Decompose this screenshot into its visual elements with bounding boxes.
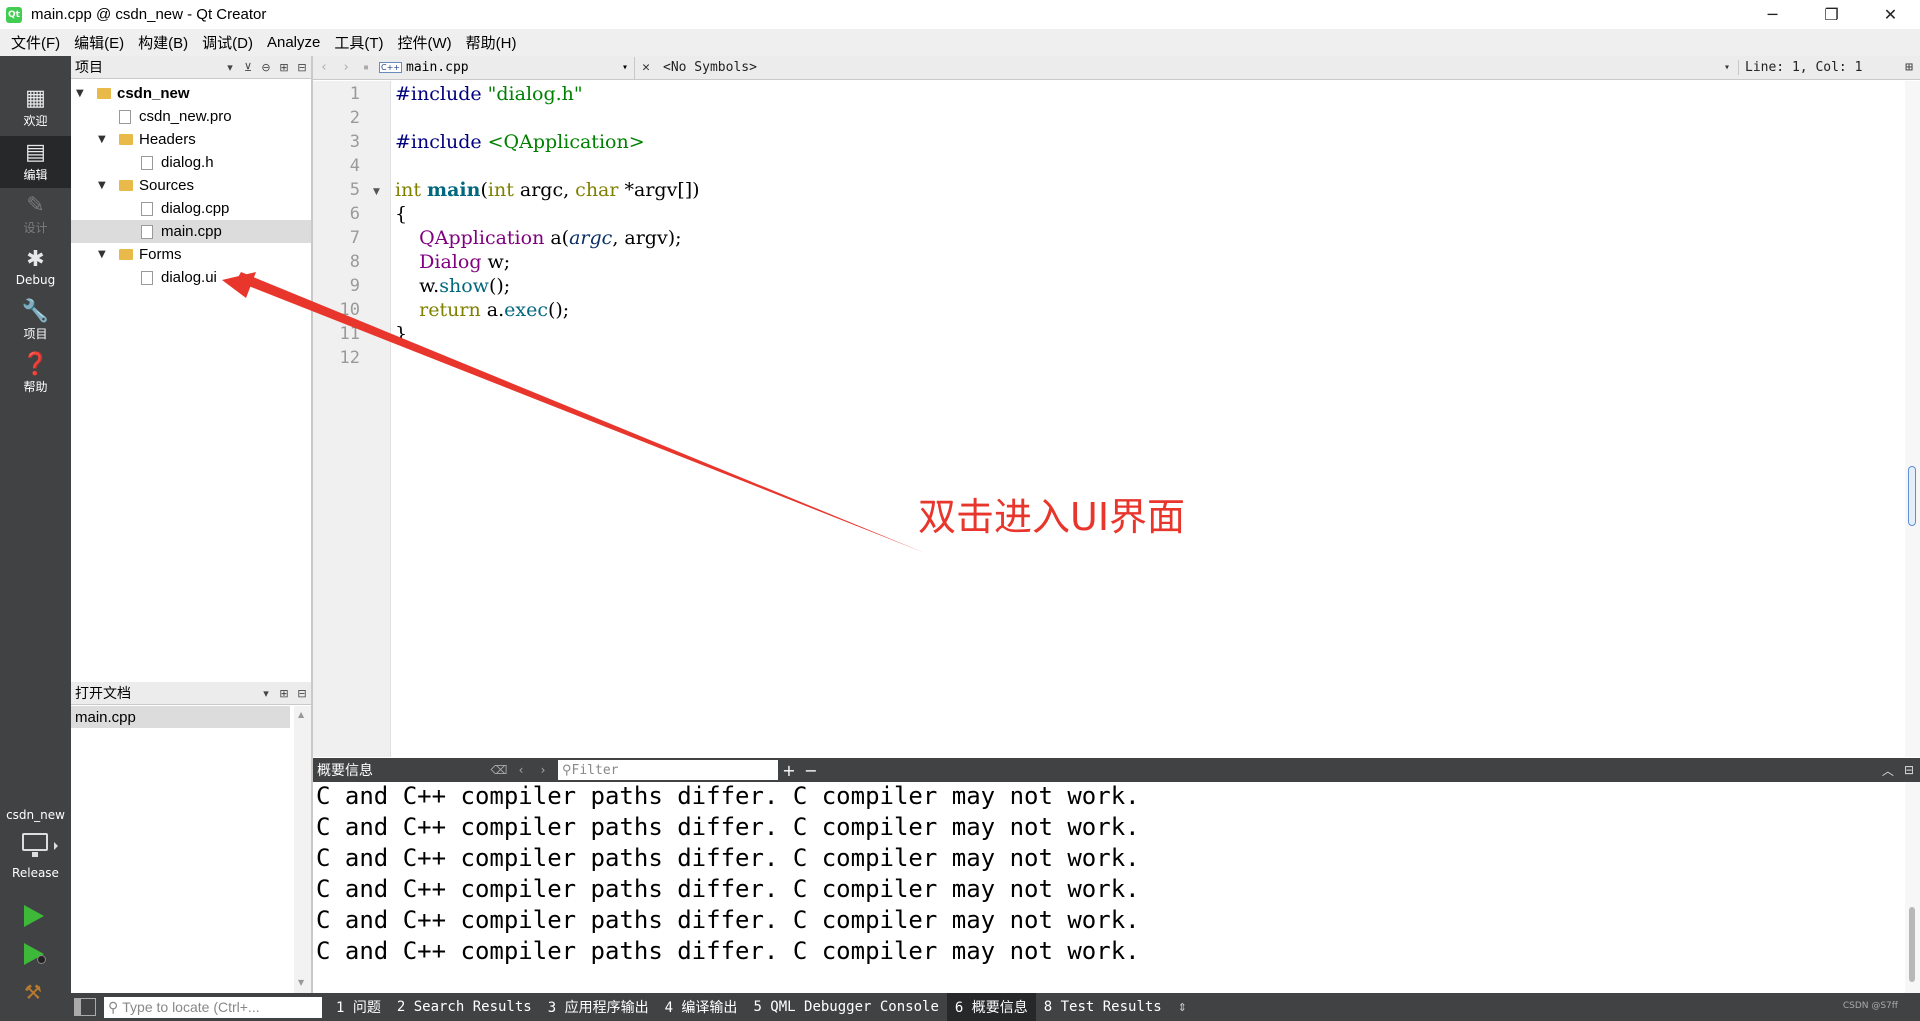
output-line: C and C++ compiler paths differ. C compi… bbox=[316, 906, 1140, 934]
output-filter-input[interactable]: ⚲ Filter bbox=[558, 760, 778, 780]
output-scrollbar[interactable] bbox=[1905, 782, 1920, 993]
output-pane-title: 概要信息 bbox=[317, 762, 373, 778]
locate-input[interactable]: ⚲ Type to locate (Ctrl+... bbox=[104, 996, 322, 1018]
tab-general-messages[interactable]: 6 概要信息 bbox=[946, 993, 1036, 1021]
output-pane-controls: ︿ ⊟ bbox=[1872, 758, 1914, 782]
locate-placeholder: Type to locate (Ctrl+... bbox=[122, 999, 260, 1015]
next-arrow-icon[interactable]: › bbox=[532, 763, 554, 777]
output-line: C and C++ compiler paths differ. C compi… bbox=[316, 937, 1140, 965]
output-line: C and C++ compiler paths differ. C compi… bbox=[316, 813, 1140, 841]
search-icon: ⚲ bbox=[562, 762, 572, 778]
tab-application-output[interactable]: 3 应用程序输出 bbox=[540, 993, 657, 1021]
qt-creator-window: Qt main.cpp @ csdn_new - Qt Creator ─ ❐ … bbox=[0, 0, 1920, 1021]
tab-search-results[interactable]: 2 Search Results bbox=[389, 993, 540, 1021]
output-scroll-thumb[interactable] bbox=[1909, 907, 1915, 982]
output-pane-toolbar: 概要信息 ⌫ ‹ › ⚲ Filter + − ︿ ⊟ bbox=[313, 758, 1920, 782]
search-icon: ⚲ bbox=[108, 998, 119, 1015]
prev-arrow-icon[interactable]: ‹ bbox=[510, 763, 532, 777]
zoom-in-icon[interactable]: + bbox=[778, 761, 800, 780]
tab-qml-debugger-console[interactable]: 5 QML Debugger Console bbox=[745, 993, 946, 1021]
maximize-pane-icon[interactable]: ︿ bbox=[1872, 762, 1904, 779]
status-bar: ⚲ Type to locate (Ctrl+... 1 问题 2 Search … bbox=[71, 993, 1920, 1021]
tab-compile-output[interactable]: 4 编译输出 bbox=[657, 993, 746, 1021]
zoom-out-icon[interactable]: − bbox=[800, 761, 822, 780]
annotation-text: 双击进入UI界面 bbox=[918, 495, 1186, 539]
annotation-arrow-shaft bbox=[236, 272, 925, 553]
close-pane-icon[interactable]: ⊟ bbox=[1904, 763, 1914, 777]
output-line: C and C++ compiler paths differ. C compi… bbox=[316, 875, 1140, 903]
output-line: C and C++ compiler paths differ. C compi… bbox=[316, 844, 1140, 872]
output-text-area[interactable]: C and C++ compiler paths differ. C compi… bbox=[313, 782, 1920, 993]
toggle-sidebar-icon[interactable] bbox=[74, 998, 96, 1016]
tab-issues[interactable]: 1 问题 bbox=[328, 993, 389, 1021]
output-line: C and C++ compiler paths differ. C compi… bbox=[316, 782, 1140, 810]
watermark: CSDN @S7ff bbox=[1842, 1001, 1898, 1011]
more-tabs-icon[interactable]: ⇕ bbox=[1170, 1001, 1195, 1014]
filter-placeholder: Filter bbox=[571, 762, 619, 778]
tab-test-results[interactable]: 8 Test Results bbox=[1036, 993, 1170, 1021]
clear-output-icon[interactable]: ⌫ bbox=[488, 763, 510, 777]
